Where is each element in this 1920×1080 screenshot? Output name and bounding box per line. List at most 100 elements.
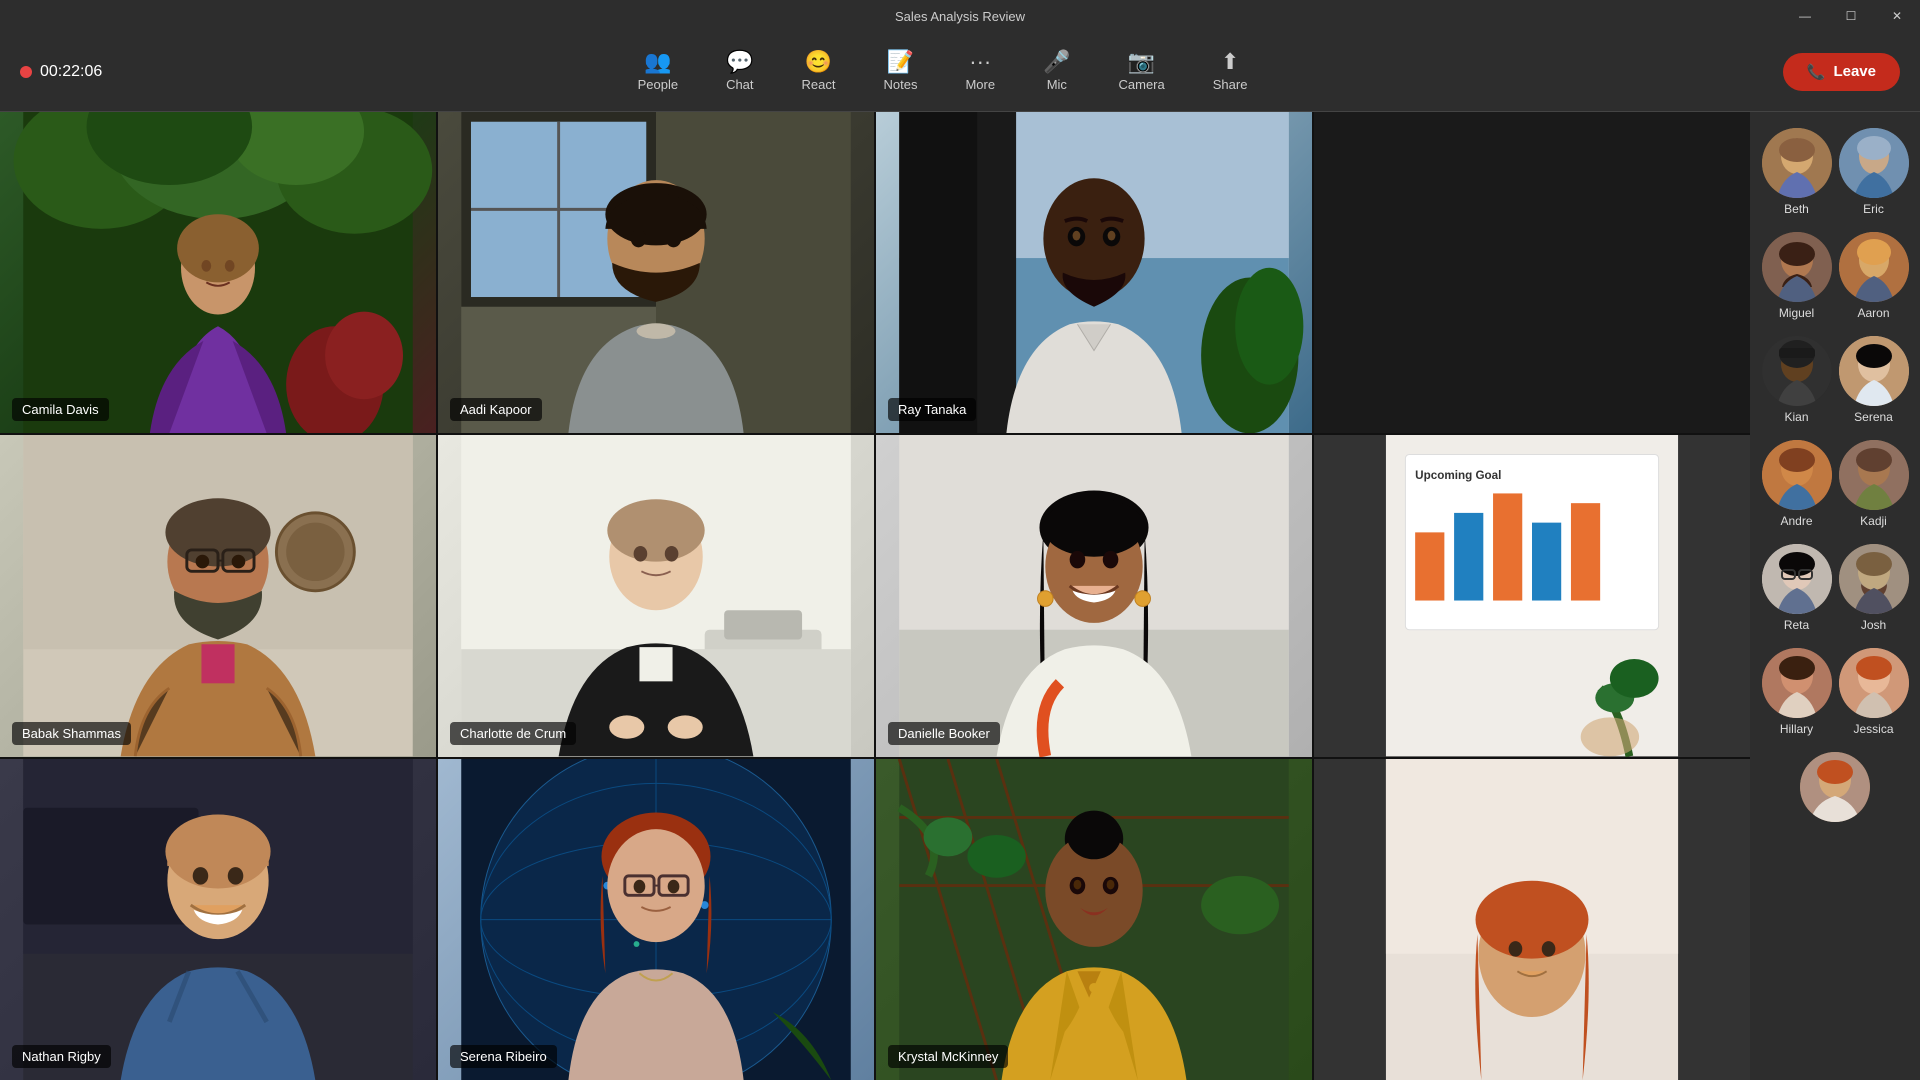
- chat-label: Chat: [726, 77, 753, 92]
- tile-serena-ribeiro[interactable]: Serena Ribeiro: [438, 759, 874, 1080]
- react-icon: 😊: [805, 51, 832, 73]
- name-andre: Andre: [1780, 514, 1812, 528]
- react-button[interactable]: 😊 React: [786, 45, 852, 98]
- avatar-reta: [1762, 544, 1832, 614]
- chat-button[interactable]: 💬 Chat: [710, 45, 769, 98]
- tile-ray-tanaka[interactable]: Ray Tanaka: [876, 112, 1312, 433]
- participant-miguel[interactable]: Miguel: [1762, 228, 1832, 324]
- close-button[interactable]: ✕: [1874, 0, 1920, 32]
- name-reta: Reta: [1784, 618, 1809, 632]
- name-jessica: Jessica: [1853, 722, 1893, 736]
- name-kian: Kian: [1784, 410, 1808, 424]
- window-controls: — ☐ ✕: [1782, 0, 1920, 32]
- tile-row1-col4-empty: [1314, 112, 1750, 433]
- participant-kian[interactable]: Kian: [1762, 332, 1832, 428]
- participant-eric[interactable]: Eric: [1839, 124, 1909, 220]
- avatar-josh: [1839, 544, 1909, 614]
- mic-button[interactable]: 🎤 Mic: [1027, 45, 1086, 98]
- sidebar-row-6: Hillary Jessica: [1750, 644, 1920, 740]
- camera-icon: 📷: [1128, 51, 1155, 73]
- participant-jessica[interactable]: Jessica: [1839, 644, 1909, 740]
- sidebar-row-4: Andre Kadji: [1750, 436, 1920, 532]
- tile-babak-shammas[interactable]: Babak Shammas: [0, 435, 436, 756]
- svg-text:Upcoming Goal: Upcoming Goal: [1415, 469, 1501, 482]
- name-josh: Josh: [1861, 618, 1886, 632]
- recording-indicator: [20, 66, 32, 78]
- name-beth: Beth: [1784, 202, 1809, 216]
- titlebar: Sales Analysis Review — ☐ ✕: [0, 0, 1920, 32]
- name-nathan-rigby: Nathan Rigby: [12, 1045, 111, 1068]
- more-icon: ···: [969, 51, 991, 73]
- tile-krystal-mckinney[interactable]: Krystal McKinney: [876, 759, 1312, 1080]
- main-content: Camila Davis: [0, 112, 1920, 1080]
- tile-row3-col4[interactable]: [1314, 759, 1750, 1080]
- leave-label: Leave: [1833, 63, 1876, 80]
- name-camila-davis: Camila Davis: [12, 398, 109, 421]
- tile-presentation[interactable]: Upcoming Goal: [1314, 435, 1750, 756]
- avatar-beth: [1762, 128, 1832, 198]
- tile-charlotte-de-crum[interactable]: Charlotte de Crum: [438, 435, 874, 756]
- leave-button[interactable]: 📞 Leave: [1783, 53, 1900, 91]
- mic-label: Mic: [1047, 77, 1067, 92]
- react-label: React: [802, 77, 836, 92]
- notes-icon: 📝: [887, 51, 914, 73]
- notes-button[interactable]: 📝 Notes: [868, 45, 934, 98]
- name-hillary: Hillary: [1780, 722, 1813, 736]
- participant-extra[interactable]: [1800, 748, 1870, 830]
- camera-button[interactable]: 📷 Camera: [1103, 45, 1181, 98]
- avatar-hillary: [1762, 648, 1832, 718]
- tile-nathan-rigby[interactable]: Nathan Rigby: [0, 759, 436, 1080]
- sidebar-row-3: Kian Serena: [1750, 332, 1920, 428]
- avatar-andre: [1762, 440, 1832, 510]
- sidebar-row-5: Reta Josh: [1750, 540, 1920, 636]
- avatar-eric: [1839, 128, 1909, 198]
- participant-hillary[interactable]: Hillary: [1762, 644, 1832, 740]
- camera-label: Camera: [1119, 77, 1165, 92]
- participant-kadji[interactable]: Kadji: [1839, 436, 1909, 532]
- leave-phone-icon: 📞: [1807, 63, 1826, 81]
- name-kadji: Kadji: [1860, 514, 1887, 528]
- people-label: People: [638, 77, 678, 92]
- maximize-button[interactable]: ☐: [1828, 0, 1874, 32]
- people-button[interactable]: 👥 People: [622, 45, 694, 98]
- sidebar-row-1: Beth Eric: [1750, 124, 1920, 220]
- name-aadi-kapoor: Aadi Kapoor: [450, 398, 542, 421]
- toolbar-controls: 👥 People 💬 Chat 😊 React 📝 Notes ··· More…: [102, 45, 1782, 98]
- sidebar-row-2: Miguel Aaron: [1750, 228, 1920, 324]
- avatar-jessica: [1839, 648, 1909, 718]
- share-button[interactable]: ⬆ Share: [1197, 45, 1264, 98]
- minimize-button[interactable]: —: [1782, 0, 1828, 32]
- participant-serena[interactable]: Serena: [1839, 332, 1909, 428]
- timer-display: 00:22:06: [40, 63, 102, 81]
- name-ray-tanaka: Ray Tanaka: [888, 398, 976, 421]
- share-icon: ⬆: [1221, 51, 1239, 73]
- name-krystal-mckinney: Krystal McKinney: [888, 1045, 1008, 1068]
- name-charlotte-de-crum: Charlotte de Crum: [450, 722, 576, 745]
- participant-beth[interactable]: Beth: [1762, 124, 1832, 220]
- chat-icon: 💬: [726, 51, 753, 73]
- participant-andre[interactable]: Andre: [1762, 436, 1832, 532]
- people-icon: 👥: [644, 51, 671, 73]
- window-title: Sales Analysis Review: [895, 9, 1025, 24]
- toolbar: 00:22:06 👥 People 💬 Chat 😊 React 📝 Notes…: [0, 32, 1920, 112]
- share-label: Share: [1213, 77, 1248, 92]
- sidebar-row-7: [1750, 748, 1920, 830]
- avatar-extra: [1800, 752, 1870, 822]
- tile-aadi-kapoor[interactable]: Aadi Kapoor: [438, 112, 874, 433]
- participant-reta[interactable]: Reta: [1762, 540, 1832, 636]
- name-danielle-booker: Danielle Booker: [888, 722, 1000, 745]
- recording-timer: 00:22:06: [20, 63, 102, 81]
- avatar-kadji: [1839, 440, 1909, 510]
- tile-danielle-booker[interactable]: Danielle Booker: [876, 435, 1312, 756]
- tile-camila-davis[interactable]: Camila Davis: [0, 112, 436, 433]
- participant-aaron[interactable]: Aaron: [1839, 228, 1909, 324]
- name-serena: Serena: [1854, 410, 1893, 424]
- name-eric: Eric: [1863, 202, 1884, 216]
- name-serena-ribeiro: Serena Ribeiro: [450, 1045, 557, 1068]
- more-button[interactable]: ··· More: [949, 45, 1011, 98]
- notes-label: Notes: [884, 77, 918, 92]
- participant-josh[interactable]: Josh: [1839, 540, 1909, 636]
- participants-sidebar: Beth Eric: [1750, 112, 1920, 1080]
- avatar-kian: [1762, 336, 1832, 406]
- video-grid: Camila Davis: [0, 112, 1750, 1080]
